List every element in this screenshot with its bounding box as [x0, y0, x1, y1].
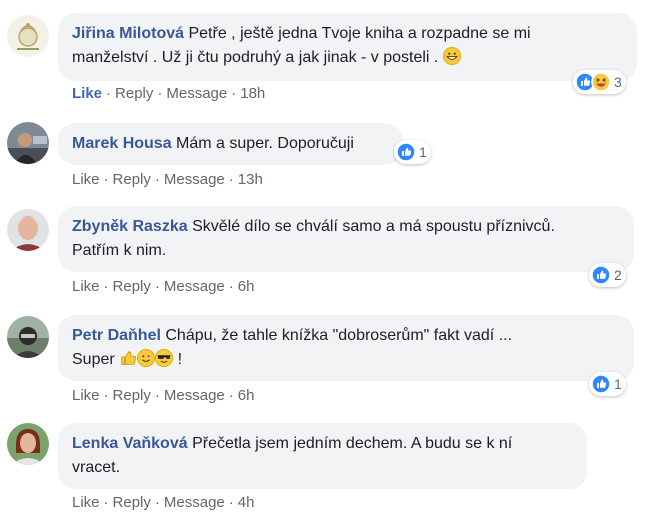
separator: · — [154, 494, 160, 511]
avatar[interactable] — [7, 122, 49, 164]
comment-actions: Like · Reply · Message · 6h — [72, 278, 254, 295]
separator: · — [103, 171, 109, 188]
reaction-count: 1 — [614, 376, 622, 392]
comment-bubble: Marek Housa Mám a super. Doporučuji — [58, 123, 403, 165]
like-icon — [591, 374, 611, 394]
author-name[interactable]: Lenka Vaňková — [72, 435, 188, 452]
avatar[interactable] — [7, 316, 49, 358]
haha-icon — [591, 72, 611, 92]
comment-text: manželství . Už ji čtu podruhý a jak jin… — [72, 49, 439, 66]
thumbs-up-emoji — [119, 349, 137, 367]
reactions-summary[interactable]: 2 — [589, 263, 626, 287]
avatar[interactable] — [7, 423, 49, 465]
reactions-summary[interactable]: 1 — [589, 372, 626, 396]
like-link[interactable]: Like — [72, 387, 100, 404]
comment-text: Přečetla jsem jedním dechem. A budu se k… — [192, 435, 513, 452]
separator: · — [228, 278, 234, 295]
reaction-count: 3 — [614, 74, 622, 90]
comment-actions: Like · Reply · Message · 6h — [72, 387, 254, 404]
reaction-count: 1 — [419, 144, 427, 160]
like-icon — [591, 265, 611, 285]
comment-bubble: Jiřina Milotová Petře , ještě jedna Tvoj… — [58, 13, 637, 81]
comment-text: vracet. — [72, 459, 121, 476]
separator: · — [154, 387, 160, 404]
reply-link[interactable]: Reply — [113, 387, 151, 404]
comment-text: Mám a super. Doporučuji — [176, 135, 354, 152]
comment-actions: Like · Reply · Message · 18h — [72, 85, 265, 102]
comment-bubble: Lenka Vaňková Přečetla jsem jedním deche… — [58, 423, 587, 489]
like-link[interactable]: Like — [72, 494, 100, 511]
message-link[interactable]: Message — [164, 171, 225, 188]
timestamp[interactable]: 18h — [240, 85, 265, 102]
like-icon — [396, 142, 416, 162]
reply-link[interactable]: Reply — [113, 494, 151, 511]
timestamp[interactable]: 6h — [238, 278, 255, 295]
separator: · — [154, 171, 160, 188]
separator: · — [228, 171, 234, 188]
comment-text: Petře , ještě jedna Tvoje kniha a rozpad… — [188, 25, 531, 42]
timestamp[interactable]: 13h — [238, 171, 263, 188]
author-name[interactable]: Marek Housa — [72, 135, 172, 152]
reply-link[interactable]: Reply — [113, 278, 151, 295]
comment-bubble: Zbyněk Raszka Skvělé dílo se chválí samo… — [58, 206, 634, 272]
separator: · — [157, 85, 163, 102]
reply-link[interactable]: Reply — [115, 85, 153, 102]
author-name[interactable]: Zbyněk Raszka — [72, 218, 188, 235]
like-link[interactable]: Like — [72, 171, 100, 188]
message-link[interactable]: Message — [166, 85, 227, 102]
author-name[interactable]: Jiřina Milotová — [72, 25, 184, 42]
like-link[interactable]: Like — [72, 85, 102, 102]
message-link[interactable]: Message — [164, 278, 225, 295]
comment-text: ! — [177, 351, 183, 368]
comment-text: Super — [72, 351, 115, 368]
message-link[interactable]: Message — [164, 387, 225, 404]
separator: · — [228, 387, 234, 404]
reaction-count: 2 — [614, 267, 622, 283]
author-name[interactable]: Petr Daňhel — [72, 327, 161, 344]
comment-actions: Like · Reply · Message · 13h — [72, 171, 263, 188]
separator: · — [154, 278, 160, 295]
like-link[interactable]: Like — [72, 278, 100, 295]
separator: · — [228, 494, 234, 511]
reactions-summary[interactable]: 3 — [573, 70, 626, 94]
avatar[interactable] — [7, 209, 49, 251]
avatar[interactable] — [7, 15, 49, 57]
comment-text: Skvělé dílo se chválí samo a má spoustu … — [192, 218, 555, 235]
timestamp[interactable]: 4h — [238, 494, 255, 511]
separator: · — [103, 387, 109, 404]
timestamp[interactable]: 6h — [238, 387, 255, 404]
reactions-summary[interactable]: 1 — [394, 140, 431, 164]
separator: · — [103, 494, 109, 511]
comment-bubble: Petr Daňhel Chápu, že tahle knížka "dobr… — [58, 315, 634, 381]
comment-actions: Like · Reply · Message · 4h — [72, 494, 254, 511]
separator: · — [106, 85, 112, 102]
separator: · — [231, 85, 237, 102]
sunglasses-emoji — [155, 349, 174, 367]
smile-emoji — [137, 349, 156, 367]
comment-text: Patřím k nim. — [72, 242, 167, 259]
separator: · — [103, 278, 109, 295]
grinning-emoji — [442, 47, 461, 65]
comment-text: Chápu, že tahle knížka "dobroserům" fakt… — [165, 327, 513, 344]
reply-link[interactable]: Reply — [113, 171, 151, 188]
message-link[interactable]: Message — [164, 494, 225, 511]
